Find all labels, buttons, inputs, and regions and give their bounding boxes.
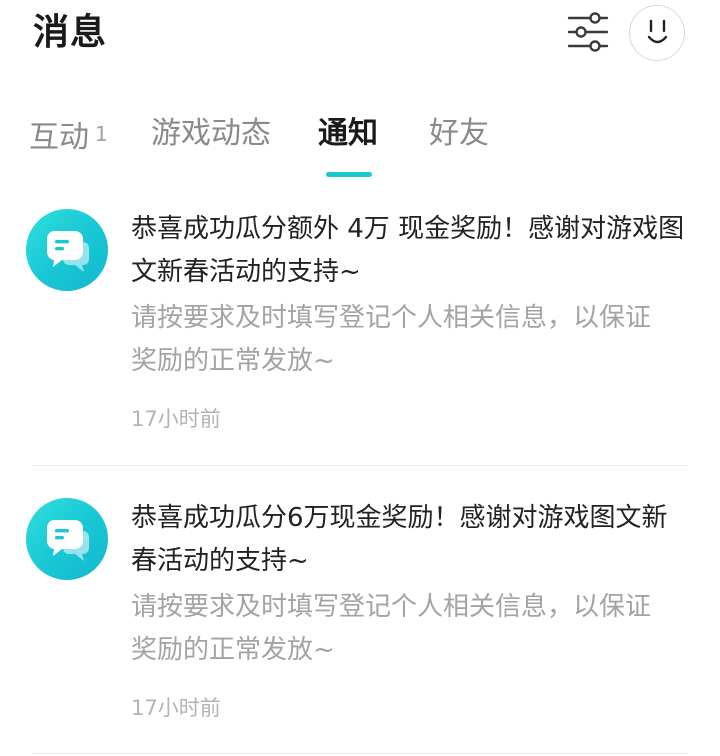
divider [32,465,688,466]
notification-title: 恭喜成功瓜分6万现金奖励！感谢对游戏图文新春活动的支持~ [131,503,668,576]
notification-item[interactable]: 恭喜成功瓜分6万现金奖励！感谢对游戏图文新春活动的支持~ 请按要求及时填写登记个… [0,489,720,751]
tab-friends[interactable]: 好友 [429,106,489,162]
notification-item[interactable]: 恭喜成功瓜分额外 4万 现金奖励！感谢对游戏图文新春活动的支持~ 请按要求及时填… [0,200,720,464]
tab-label: 互动 [29,120,89,155]
tab-label: 游戏动态 [151,116,271,151]
header: 消息 [0,0,720,70]
tab-bar: 互动 1 游戏动态 通知 好友 [0,106,720,177]
avatar-button[interactable] [629,5,685,61]
tab-label: 通知 [318,116,378,151]
chat-bubble-icon [46,231,89,272]
notification-time: 17小时前 [131,696,221,720]
tab-badge: 1 [95,122,108,146]
notification-title: 恭喜成功瓜分额外 4万 现金奖励！感谢对游戏图文新春活动的支持~ [131,214,685,287]
notification-avatar [26,498,108,580]
page-title: 消息 [33,12,108,53]
smiley-icon [647,19,668,44]
notification-body: 请按要求及时填写登记个人相关信息，以保证奖励的正常发放~ [131,592,652,665]
tab-interaction[interactable]: 互动 1 [29,106,108,162]
tab-notifications[interactable]: 通知 [318,106,378,162]
filter-button[interactable] [566,11,610,53]
active-tab-indicator [326,172,372,177]
sliders-icon [567,12,609,52]
tab-game-updates[interactable]: 游戏动态 [151,106,271,162]
notification-time: 17小时前 [131,407,221,431]
notification-avatar [26,209,108,291]
divider [32,753,688,754]
notification-body: 请按要求及时填写登记个人相关信息，以保证奖励的正常发放~ [131,303,652,376]
tab-label: 好友 [429,116,489,151]
chat-bubble-icon [46,520,89,561]
